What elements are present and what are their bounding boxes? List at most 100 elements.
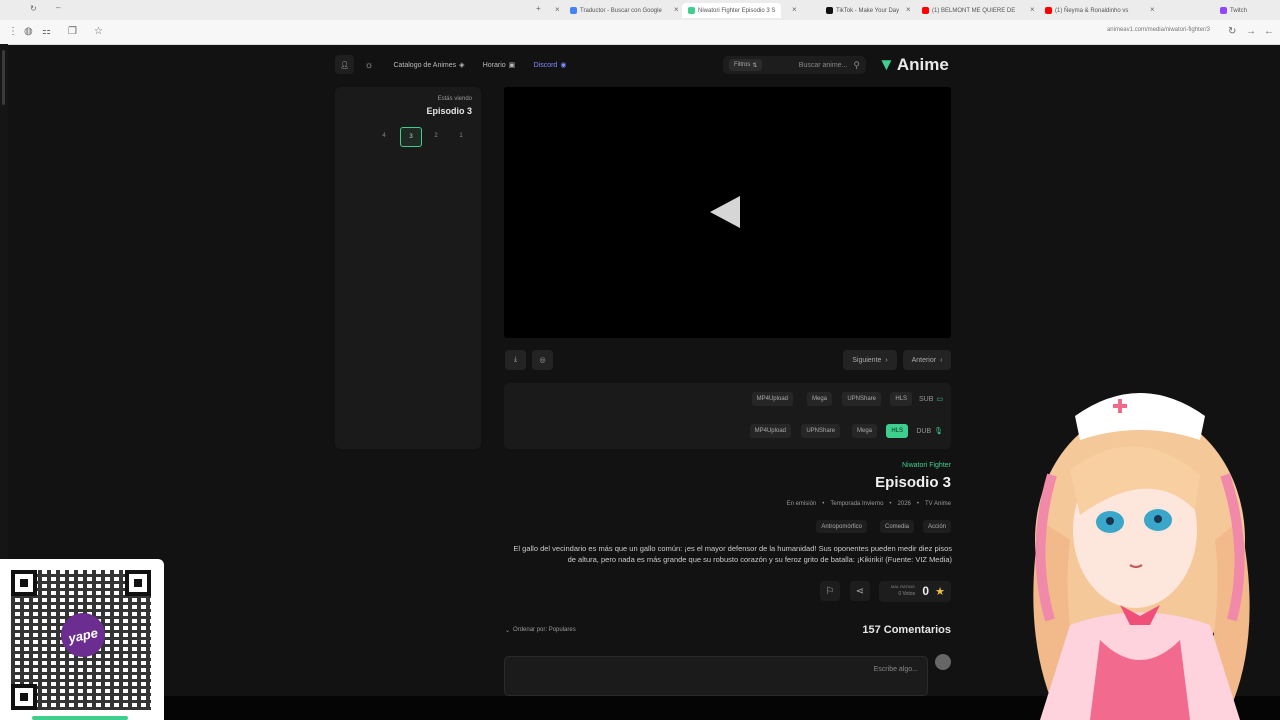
qr-finder [11,684,37,710]
refresh-icon[interactable]: ↻ [1228,26,1236,37]
forward-icon[interactable]: → [1246,26,1256,37]
dub-label: DUB 🎙︎ [916,427,943,436]
sort-dropdown[interactable]: ⌄ Ordenar por: Populares [505,627,576,634]
status-badge: En emisión [786,501,817,507]
theme-toggle-button[interactable]: ☼ [360,56,378,74]
type-label: TV Anime [924,501,951,507]
current-episode: Episodio 3 [426,106,472,116]
url-field[interactable]: animeav1.com/media/niwatori-fighter/3 [1107,27,1210,33]
watched-button[interactable]: ◎ [532,350,553,370]
subtitles-icon: ▭ [936,396,943,403]
twitch-icon [1220,7,1227,14]
server-dub-mega[interactable]: Mega [851,424,877,438]
watching-label: Estás viendo [437,96,472,102]
eye-icon: ◎ [539,357,546,364]
genre-tag[interactable]: Comedia [879,520,914,533]
discord-link[interactable]: Discord ◉ [528,56,572,74]
episode-button-3[interactable]: 3 [400,127,422,147]
schedule-link[interactable]: Horario ▣ [478,56,520,74]
filters-button[interactable]: Filtros ⇅ [729,59,763,71]
flag-icon: ⚐ [825,585,835,597]
play-icon[interactable] [710,196,740,228]
anime-site-icon [688,7,695,14]
close-tab-icon[interactable]: × [906,5,911,14]
scrollbar-thumb[interactable] [2,50,5,105]
tab-niwatori-active[interactable]: Niwatori Fighter Episodio 3 S [682,3,782,18]
cross-icon-vertical [1118,399,1122,413]
extension-icon-2[interactable]: ⚏ [42,26,51,37]
share-icon: ⋖ [855,585,865,597]
comment-input[interactable]: Escribe algo... [504,656,928,696]
episode-button-2[interactable]: 2 [426,127,446,145]
qr-finder [125,570,151,596]
search-icon: ⚲ [853,59,860,70]
address-bar: ⋮ ◍ ⚏ ❐ ☆ animeav1.com/media/niwatori-fi… [0,20,1280,45]
search-input[interactable]: Filtros ⇅ Buscar anime... ⚲ [723,56,866,74]
close-tab-icon[interactable]: × [1030,5,1035,14]
close-tab-icon[interactable]: × [674,5,679,14]
year-label: 2026 [897,501,911,507]
next-episode-button[interactable]: Siguiente › [843,350,897,370]
comments-title: 157 Comentarios [862,624,951,636]
server-dub-hls[interactable]: HLS [886,424,908,438]
series-link[interactable]: Niwatori Fighter [902,462,951,469]
google-icon [570,7,577,14]
extension-icon[interactable]: ◍ [24,26,33,37]
sub-label: SUB ▭ [918,395,943,404]
episode-button-4[interactable]: 4 [374,127,394,145]
rating-box[interactable]: ★ 0 MAL RATING 0 Votos [879,581,951,602]
sun-icon: ☼ [364,59,374,71]
site-logo[interactable]: ▼ Anime [878,55,949,75]
qr-accent-bar [32,716,128,720]
bookmark-star-icon[interactable]: ☆ [94,26,103,37]
server-dub-mp4upload[interactable]: MP4Upload [749,424,791,438]
browser-tab-bar: ↻ – Twitch × (1) Ñeyma & Ronaldinho vs ×… [0,0,1280,20]
synopsis: El gallo del vecindario es más que un ga… [513,544,952,564]
genre-tag[interactable]: Acción [922,520,951,533]
download-icon: ⤓ [513,356,518,363]
server-sub-mp4upload[interactable]: MP4Upload [751,392,793,406]
tab-youtube-1[interactable]: (1) Ñeyma & Ronaldinho vs [1045,3,1128,18]
back-icon[interactable]: ← [1264,26,1274,37]
left-pupil [1106,517,1114,525]
close-tab-icon[interactable]: × [792,5,797,14]
avatar [935,654,951,670]
genre-tag[interactable]: Antropomórfico [816,520,867,533]
tab-youtube-2[interactable]: (1) BELMONT ME QUIERE DE [922,3,1015,18]
prev-episode-button[interactable]: Anterior ‹ [903,350,951,370]
rating-value: 0 [922,584,929,598]
right-pupil [1154,515,1162,523]
youtube-icon [1045,7,1052,14]
server-sub-upnshare[interactable]: UPNShare [842,392,881,406]
tab-translate[interactable]: Traductor - Buscar con Google [570,3,662,18]
microphone-icon: 🎙︎ [934,428,943,435]
episode-button-1[interactable]: 1 [451,127,471,145]
user-button[interactable]: 👤︎ [335,55,354,74]
share-button[interactable]: ⋖ [850,581,870,601]
reload-icon[interactable]: ↻ [30,4,37,13]
close-tab-icon[interactable]: × [1150,5,1155,14]
user-icon: 👤︎ [340,61,349,69]
tab-twitch[interactable]: Twitch [1220,3,1247,18]
tab-tiktok[interactable]: TikTok - Make Your Day [826,3,899,18]
server-dub-upnshare[interactable]: UPNShare [801,424,840,438]
qr-finder [11,570,37,596]
report-button[interactable]: ⚐ [820,581,840,601]
server-sub-hls[interactable]: HLS [890,392,912,406]
rating-votes: 0 Votos [898,591,915,597]
minimize-icon[interactable]: – [56,3,60,12]
discord-icon: ◉ [560,62,567,69]
download-button[interactable]: ⤓ [505,350,526,370]
menu-icon[interactable]: ⋮ [8,26,18,37]
catalog-link[interactable]: Catalogo de Animes ◈ [388,56,470,74]
episode-title: Episodio 3 [875,474,951,491]
new-tab-icon[interactable]: + [536,4,541,13]
chevron-down-icon: ⌄ [505,628,511,634]
server-sub-mega[interactable]: Mega [806,392,832,406]
yape-qr-code: yape [0,559,164,720]
server-panel: SUB ▭ HLS UPNShare Mega MP4Upload DUB 🎙︎… [504,383,951,449]
tabs-icon[interactable]: ❐ [68,26,77,37]
star-icon: ★ [935,586,945,598]
close-tab-icon[interactable]: × [555,5,560,14]
layers-icon: ◈ [459,62,465,69]
